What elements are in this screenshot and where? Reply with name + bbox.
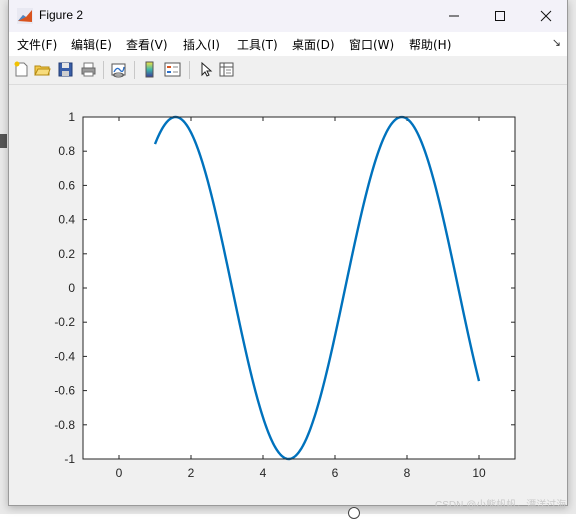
y-tick-label: -0.6 [54, 384, 75, 398]
background-window-edge [0, 134, 7, 148]
menu-insert[interactable]: 插入(I) [183, 36, 220, 53]
y-tick-label: 0.2 [58, 247, 75, 261]
menu-view[interactable]: 查看(V) [126, 36, 168, 53]
new-figure-icon[interactable] [13, 61, 30, 78]
y-tick-label: -0.2 [54, 315, 75, 329]
toolbar [9, 56, 567, 85]
y-tick-label: -1 [64, 452, 75, 466]
plot-area [83, 117, 515, 459]
menu-help[interactable]: 帮助(H) [409, 36, 451, 53]
menu-desktop[interactable]: 桌面(D) [292, 36, 335, 53]
minimize-icon [449, 15, 459, 17]
title-bar[interactable]: Figure 2 [9, 0, 567, 32]
matlab-icon [17, 8, 33, 24]
menu-edit[interactable]: 编辑(E) [71, 36, 112, 53]
y-tick-label: 0.4 [58, 213, 75, 227]
x-tick-label: 6 [332, 466, 339, 480]
y-tick-label: 1 [68, 110, 75, 124]
x-tick-label: 8 [404, 466, 411, 480]
figure-canvas: 0 2 4 6 8 10 1 0.8 0.6 0.4 0.2 0 -0.2 -0.4 -0.6 -0.8 -1 [9, 85, 567, 505]
taskbar-button[interactable] [348, 507, 360, 519]
background-window-text [564, 0, 576, 60]
menu-window[interactable]: 窗口(W) [349, 36, 394, 53]
x-tick-label: 10 [472, 466, 486, 480]
colorbar-icon[interactable] [141, 61, 158, 78]
legend-icon[interactable] [164, 61, 181, 78]
toolbar-separator [189, 61, 190, 79]
save-icon[interactable] [57, 61, 74, 78]
pointer-icon[interactable] [197, 61, 214, 78]
maximize-icon [495, 11, 505, 21]
y-tick-label: -0.8 [54, 418, 75, 432]
minimize-button[interactable] [431, 0, 477, 32]
window-title: Figure 2 [39, 8, 84, 22]
y-tick-label: -0.4 [54, 349, 75, 363]
y-tick-label: 0.8 [58, 144, 75, 158]
toolbar-separator [103, 61, 104, 79]
open-file-icon[interactable] [34, 61, 51, 78]
figure-window: Figure 2 文件(F) 编辑(E) 查看(V) 插入(I) 工具(T) 桌… [8, 0, 568, 506]
axes[interactable]: 0 2 4 6 8 10 1 0.8 0.6 0.4 0.2 0 -0.2 -0.4 -0.6 -0.8 -1 [9, 85, 567, 505]
x-tick-label: 4 [260, 466, 267, 480]
maximize-button[interactable] [477, 0, 523, 32]
menu-tools[interactable]: 工具(T) [237, 36, 278, 53]
menu-file[interactable]: 文件(F) [17, 36, 57, 53]
close-button[interactable] [523, 0, 569, 32]
property-inspector-icon[interactable] [218, 61, 235, 78]
toolbar-separator [134, 61, 135, 79]
close-icon [540, 10, 552, 22]
dock-arrow-icon[interactable]: ↘ [552, 36, 561, 49]
x-tick-label: 2 [188, 466, 195, 480]
menu-bar: 文件(F) 编辑(E) 查看(V) 插入(I) 工具(T) 桌面(D) 窗口(W… [9, 32, 567, 56]
y-tick-label: 0 [68, 281, 75, 295]
print-icon[interactable] [80, 61, 97, 78]
y-tick-label: 0.6 [58, 178, 75, 192]
x-tick-label: 0 [116, 466, 123, 480]
link-plot-icon[interactable] [110, 61, 127, 78]
watermark: CSDN @小熊帆帆，漂洋过海 [435, 500, 567, 511]
